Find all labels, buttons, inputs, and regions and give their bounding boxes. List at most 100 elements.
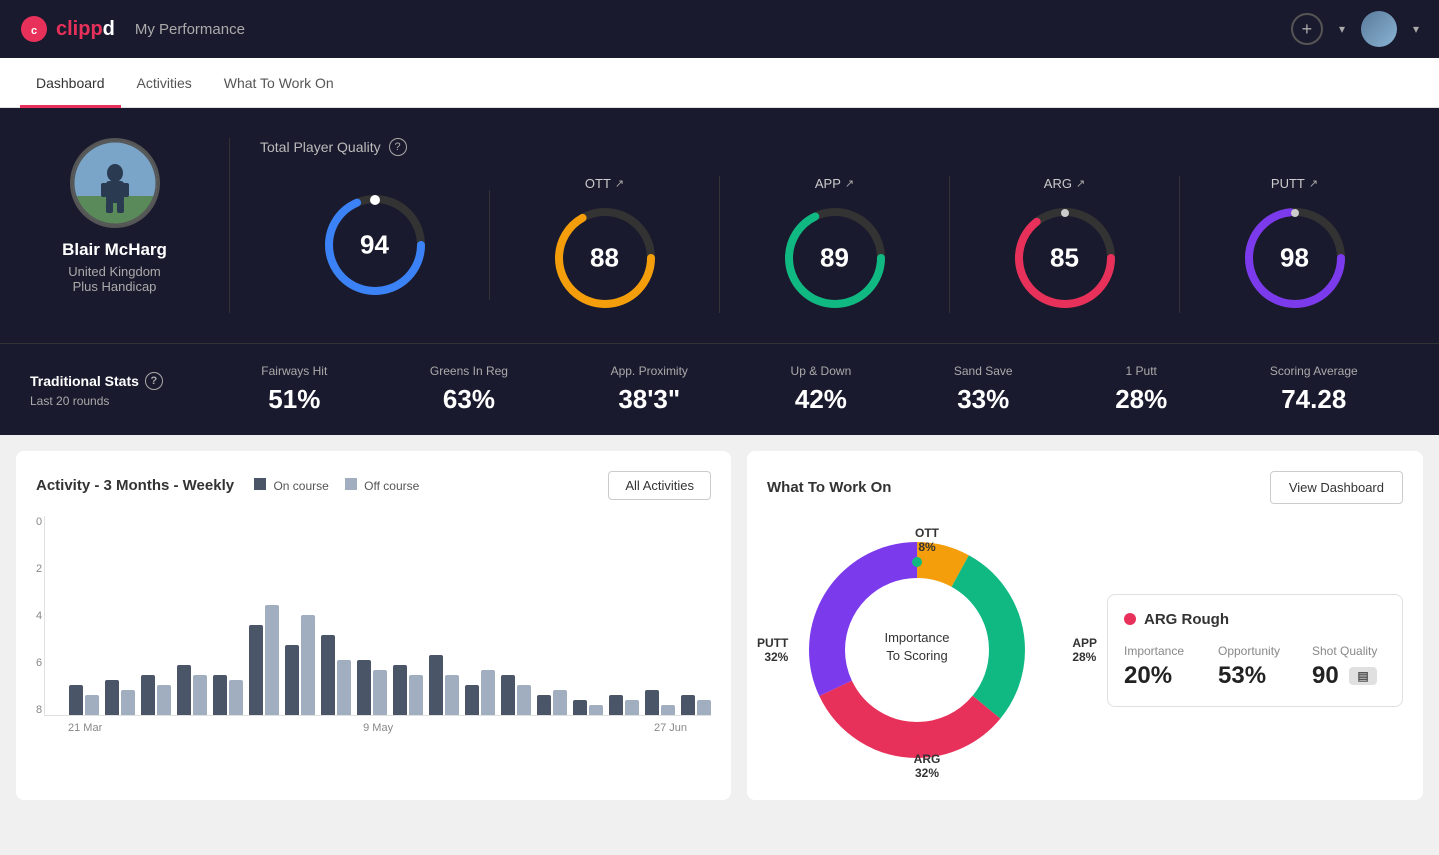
header-right: + ▾ ▾ bbox=[1291, 11, 1419, 47]
score-ott: OTT ↗ 88 bbox=[490, 176, 720, 313]
bar-dark bbox=[429, 655, 443, 715]
tab-dashboard[interactable]: Dashboard bbox=[20, 61, 121, 108]
bar-chart: 8 6 4 2 0 bbox=[36, 516, 711, 736]
stat-proximity: App. Proximity 38'3" bbox=[611, 364, 688, 415]
stat-fairways-value: 51% bbox=[261, 384, 327, 415]
app-arrow-icon: ↗ bbox=[845, 177, 854, 190]
player-info: Blair McHarg United Kingdom Plus Handica… bbox=[30, 138, 230, 313]
nav-tabs: Dashboard Activities What To Work On bbox=[0, 58, 1439, 108]
bar-dark bbox=[681, 695, 695, 715]
donut-center-line1: Importance bbox=[884, 630, 949, 645]
stat-updown-label: Up & Down bbox=[791, 364, 852, 378]
label-ott: OTT 8% bbox=[915, 526, 939, 554]
label-app: APP 28% bbox=[1072, 636, 1097, 664]
stats-help-icon[interactable]: ? bbox=[145, 372, 163, 390]
score-rings: 94 OTT ↗ 88 APP bbox=[260, 176, 1409, 313]
arg-arrow-icon: ↗ bbox=[1076, 177, 1085, 190]
tab-activities[interactable]: Activities bbox=[121, 61, 208, 108]
all-activities-button[interactable]: All Activities bbox=[608, 471, 711, 500]
bar-dark bbox=[357, 660, 371, 715]
score-putt-value: 98 bbox=[1280, 243, 1309, 274]
opportunity-value: 53% bbox=[1218, 662, 1292, 690]
stat-proximity-label: App. Proximity bbox=[611, 364, 688, 378]
logo: c clippd bbox=[20, 15, 115, 43]
wtwon-title: What To Work On bbox=[767, 479, 891, 496]
bar-group-2 bbox=[105, 680, 135, 715]
chart-legend: On course Off course bbox=[254, 478, 419, 493]
app-right-indicator bbox=[1002, 645, 1012, 655]
player-name: Blair McHarg bbox=[62, 240, 167, 260]
bar-dark bbox=[609, 695, 623, 715]
putt-indicator bbox=[822, 645, 832, 655]
bar-group-3 bbox=[141, 675, 171, 715]
detail-row: Importance 20% Opportunity 53% Shot Qual… bbox=[1124, 644, 1386, 690]
activity-chart-header: Activity - 3 Months - Weekly On course O… bbox=[36, 471, 711, 500]
bar-dark bbox=[141, 675, 155, 715]
score-putt: PUTT ↗ 98 bbox=[1180, 176, 1409, 313]
stat-sandsave: Sand Save 33% bbox=[954, 364, 1013, 415]
bar-chart-inner bbox=[44, 516, 711, 716]
bar-dark bbox=[501, 675, 515, 715]
charts-section: Activity - 3 Months - Weekly On course O… bbox=[0, 435, 1439, 816]
bar-group-13 bbox=[501, 675, 531, 715]
stat-fairways: Fairways Hit 51% bbox=[261, 364, 327, 415]
score-app: APP ↗ 89 bbox=[720, 176, 950, 313]
bar-group-12 bbox=[465, 670, 495, 715]
user-avatar[interactable] bbox=[1361, 11, 1397, 47]
x-axis-labels: 21 Mar 9 May 27 Jun bbox=[44, 716, 711, 734]
arg-indicator bbox=[912, 735, 922, 745]
bar-group-14 bbox=[537, 690, 567, 715]
score-total: 94 bbox=[260, 190, 490, 300]
bar-group-15 bbox=[573, 700, 603, 715]
detail-shot-quality: Shot Quality 90 ▤ bbox=[1312, 644, 1386, 690]
legend-on-course-dot bbox=[254, 478, 266, 490]
stat-updown: Up & Down 42% bbox=[791, 364, 852, 415]
player-country: United Kingdom bbox=[68, 264, 161, 279]
scores-header: Total Player Quality ? bbox=[260, 138, 1409, 156]
bar-light bbox=[265, 605, 279, 715]
bar-chart-area: 21 Mar 9 May 27 Jun bbox=[36, 516, 711, 734]
stat-sandsave-label: Sand Save bbox=[954, 364, 1013, 378]
bar-group-1 bbox=[69, 685, 99, 715]
tab-what-to-work-on[interactable]: What To Work On bbox=[208, 61, 350, 108]
wtwon-detail-panel: ARG Rough Importance 20% Opportunity 53%… bbox=[1107, 594, 1403, 707]
app-indicator bbox=[912, 557, 922, 567]
hero-section: Blair McHarg United Kingdom Plus Handica… bbox=[0, 108, 1439, 343]
bar-light bbox=[661, 705, 675, 715]
view-dashboard-button[interactable]: View Dashboard bbox=[1270, 471, 1403, 504]
add-chevron: ▾ bbox=[1339, 22, 1345, 36]
score-ott-label: OTT ↗ bbox=[585, 176, 624, 191]
what-to-work-on-card: What To Work On View Dashboard bbox=[747, 451, 1423, 800]
bar-group-18 bbox=[681, 695, 711, 715]
stat-gir-value: 63% bbox=[430, 384, 508, 415]
score-arg-value: 85 bbox=[1050, 243, 1079, 274]
bar-light bbox=[625, 700, 639, 715]
bar-light bbox=[517, 685, 531, 715]
ott-arrow-icon: ↗ bbox=[615, 177, 624, 190]
bar-group-6 bbox=[249, 605, 279, 715]
bar-light bbox=[409, 675, 423, 715]
bar-dark bbox=[69, 685, 83, 715]
score-app-value: 89 bbox=[820, 243, 849, 274]
ring-ott: 88 bbox=[550, 203, 660, 313]
add-button[interactable]: + bbox=[1291, 13, 1323, 45]
activity-chart-title: Activity - 3 Months - Weekly bbox=[36, 477, 234, 494]
scores-help-icon[interactable]: ? bbox=[389, 138, 407, 156]
legend-on-course: On course bbox=[254, 478, 329, 493]
bar-light bbox=[85, 695, 99, 715]
y-axis-labels: 8 6 4 2 0 bbox=[36, 516, 42, 716]
bar-light bbox=[157, 685, 171, 715]
opportunity-label: Opportunity bbox=[1218, 644, 1292, 658]
bar-dark bbox=[105, 680, 119, 715]
ring-putt: 98 bbox=[1240, 203, 1350, 313]
stat-oneputt: 1 Putt 28% bbox=[1115, 364, 1167, 415]
bar-group-17 bbox=[645, 690, 675, 715]
bar-light bbox=[697, 700, 711, 715]
bar-group-4 bbox=[177, 665, 207, 715]
bar-dark bbox=[249, 625, 263, 715]
stat-scoring-label: Scoring Average bbox=[1270, 364, 1358, 378]
scores-title: Total Player Quality bbox=[260, 139, 381, 155]
bar-dark bbox=[177, 665, 191, 715]
stats-label-group: Traditional Stats ? Last 20 rounds bbox=[30, 372, 210, 408]
shot-quality-label: Shot Quality bbox=[1312, 644, 1386, 658]
